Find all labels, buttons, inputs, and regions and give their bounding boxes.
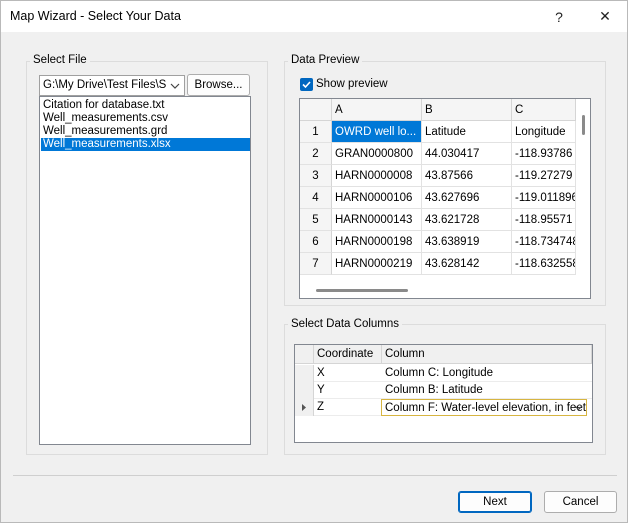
row-gutter (295, 382, 314, 399)
show-preview-checkbox[interactable] (300, 78, 313, 91)
cancel-button[interactable]: Cancel (544, 491, 617, 513)
help-button[interactable]: ? (537, 1, 581, 32)
browse-button-label: Browse... (194, 79, 243, 91)
grid-cell[interactable]: HARN0000198 (332, 231, 422, 253)
column-dropdown-value: Column F: Water-level elevation, in feet (385, 402, 586, 414)
chevron-down-icon[interactable] (572, 401, 585, 414)
close-button[interactable]: ✕ (583, 1, 627, 32)
grid-cell[interactable]: HARN0000008 (332, 165, 422, 187)
grid-cell[interactable]: HARN0000106 (332, 187, 422, 209)
file-item[interactable]: Well_measurements.csv (41, 112, 250, 125)
row-header: 6 (300, 231, 332, 253)
mapping-grid-corner (295, 345, 314, 364)
row-header: 4 (300, 187, 332, 209)
select-file-label: Select File (30, 54, 90, 66)
row-header: 1 (300, 121, 332, 143)
file-list[interactable]: Citation for database.txt Well_measureme… (39, 96, 251, 445)
next-button-label: Next (483, 496, 507, 508)
column-header-c[interactable]: C (512, 99, 576, 121)
coordinate-cell[interactable]: X (314, 365, 382, 382)
grid-cell-selected[interactable]: OWRD well lo... (332, 121, 422, 143)
file-item[interactable]: Well_measurements.grd (41, 125, 250, 138)
grid-cell[interactable]: 44.030417 (422, 143, 512, 165)
vertical-scroll-thumb[interactable] (582, 115, 585, 135)
close-icon: ✕ (599, 8, 611, 24)
coordinate-cell[interactable]: Z (314, 399, 382, 416)
grid-cell[interactable]: -118.632558 (512, 253, 576, 275)
file-item[interactable]: Citation for database.txt (41, 99, 250, 112)
row-header: 2 (300, 143, 332, 165)
grid-cell[interactable]: 43.87566 (422, 165, 512, 187)
data-preview-label: Data Preview (288, 54, 363, 66)
current-row-arrow-icon (302, 404, 306, 411)
grid-cell[interactable]: -118.95571 (512, 209, 576, 231)
column-header-b[interactable]: B (422, 99, 512, 121)
coordinate-column-header[interactable]: Coordinate (314, 345, 382, 364)
footer-separator (13, 475, 617, 476)
map-wizard-dialog: Map Wizard - Select Your Data ? ✕ Select… (0, 0, 628, 523)
row-gutter (295, 365, 314, 382)
grid-cell[interactable]: -118.93786 (512, 143, 576, 165)
grid-cell[interactable]: HARN0000219 (332, 253, 422, 275)
file-path-combo[interactable]: G:\My Drive\Test Files\Su (39, 75, 185, 96)
cancel-button-label: Cancel (562, 496, 599, 508)
data-preview-grid[interactable]: A B C 1 OWRD well lo... Latitude Longitu… (299, 98, 591, 299)
grid-cell[interactable]: -119.011896 (512, 187, 576, 209)
help-icon: ? (555, 8, 563, 25)
next-button[interactable]: Next (458, 491, 532, 513)
grid-cell[interactable]: HARN0000143 (332, 209, 422, 231)
row-header: 7 (300, 253, 332, 275)
grid-cell[interactable]: 43.628142 (422, 253, 512, 275)
column-cell[interactable]: Column B: Latitude (382, 382, 592, 399)
browse-button[interactable]: Browse... (187, 74, 250, 96)
chevron-down-icon (170, 83, 180, 89)
grid-corner (300, 99, 332, 121)
column-cell[interactable]: Column C: Longitude (382, 365, 592, 382)
row-gutter (295, 399, 314, 416)
select-columns-label: Select Data Columns (288, 318, 403, 330)
grid-cell[interactable]: GRAN0000800 (332, 143, 422, 165)
file-item-selected[interactable]: Well_measurements.xlsx (41, 138, 250, 151)
grid-cell[interactable]: 43.638919 (422, 231, 512, 253)
grid-cell[interactable]: -119.27279 (512, 165, 576, 187)
checkmark-icon (302, 81, 311, 89)
horizontal-scrollbar[interactable] (300, 283, 576, 298)
grid-cell[interactable]: Longitude (512, 121, 576, 143)
grid-cell[interactable]: 43.627696 (422, 187, 512, 209)
title-bar: Map Wizard - Select Your Data ? ✕ (1, 1, 627, 32)
grid-cell[interactable]: Latitude (422, 121, 512, 143)
show-preview-label: Show preview (316, 78, 388, 90)
file-path-text: G:\My Drive\Test Files\Su (43, 79, 167, 91)
row-header: 3 (300, 165, 332, 187)
column-column-header[interactable]: Column (382, 345, 592, 364)
vertical-scrollbar[interactable] (576, 99, 590, 298)
column-header-a[interactable]: A (332, 99, 422, 121)
horizontal-scroll-thumb[interactable] (316, 289, 408, 292)
column-mapping-grid[interactable]: Coordinate Column X Column C: Longitude … (294, 344, 593, 443)
column-dropdown-cell[interactable]: Column F: Water-level elevation, in feet (381, 399, 587, 416)
grid-cell[interactable]: -118.734748 (512, 231, 576, 253)
coordinate-cell[interactable]: Y (314, 382, 382, 399)
row-header: 5 (300, 209, 332, 231)
window-title: Map Wizard - Select Your Data (10, 9, 181, 23)
grid-cell[interactable]: 43.621728 (422, 209, 512, 231)
